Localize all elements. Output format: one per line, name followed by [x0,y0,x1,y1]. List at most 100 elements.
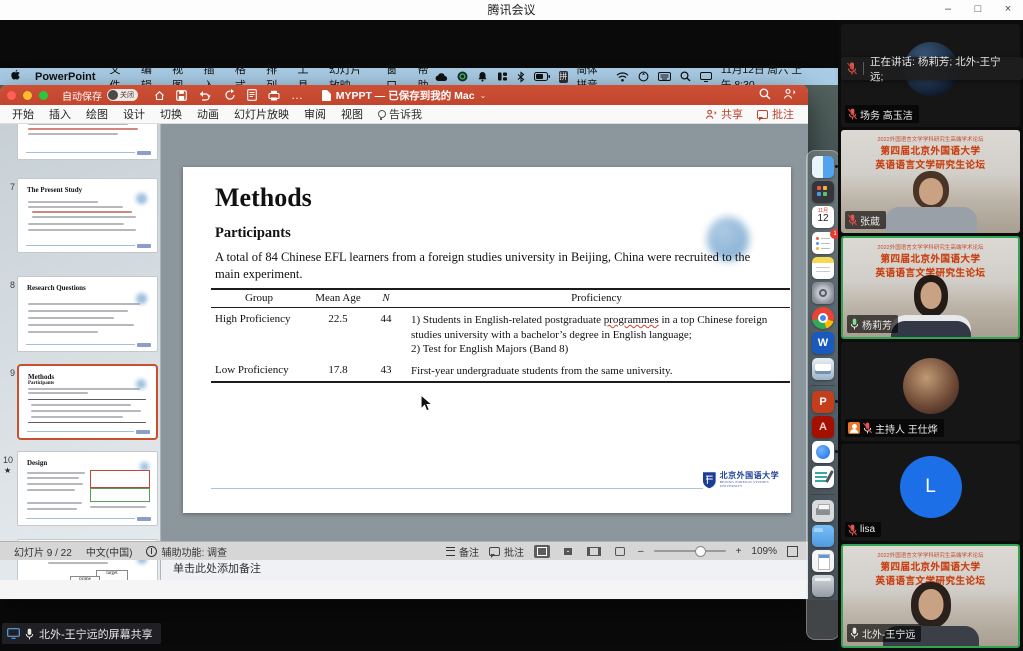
slide-sorter-view-button[interactable] [560,545,576,558]
dock-launchpad[interactable] [807,181,839,203]
display-icon[interactable] [700,72,712,82]
language-indicator[interactable]: 中文(中国) [86,544,133,559]
current-slide[interactable]: Methods Participants A total of 84 Chine… [183,167,791,513]
tell-me-button[interactable]: 告诉我 [378,106,422,122]
dock-files[interactable] [807,550,839,572]
participant-tile-speaking[interactable]: 2022外国语言文学学科研究生高端学术论坛第四届北京外国语大学英语语言文学研究生… [841,236,1020,339]
maximize-button[interactable]: □ [963,0,993,20]
comments-button[interactable]: 批注 [757,106,794,122]
zoom-slider-knob[interactable] [695,546,706,557]
wifi-icon[interactable] [616,72,629,82]
notification-bell-icon[interactable] [477,71,488,82]
dock-notes[interactable] [807,257,839,279]
participant-tile[interactable]: L lisa [841,444,1020,541]
dock-finder[interactable] [807,156,839,178]
titlebar-share-icon[interactable] [783,88,796,103]
participant-name: lisa [860,524,875,535]
tab-slideshow[interactable]: 幻灯片放映 [234,106,289,122]
thumbnail-slide-7[interactable]: The Present Study [17,178,158,253]
autosave-toggle[interactable]: 关闭 [107,89,138,101]
share-button[interactable]: 共享 [705,106,743,122]
dock-settings[interactable] [807,282,839,304]
save-icon[interactable] [176,90,187,101]
tab-home[interactable]: 开始 [12,106,34,122]
dock-printer[interactable] [807,500,839,522]
col-proficiency: Proficiency [403,290,790,307]
participant-tile[interactable]: 主持人 王仕烨 [841,342,1020,441]
search-icon[interactable] [680,71,691,82]
zoom-percentage[interactable]: 109% [751,546,777,557]
tab-transitions[interactable]: 切换 [160,106,182,122]
notes-toggle-button[interactable]: 备注 [446,544,479,559]
dock-preview[interactable] [807,358,839,380]
keyboard-icon[interactable] [658,72,671,81]
reading-view-button[interactable] [586,545,602,558]
calendar-icon: 11月12 [812,206,834,228]
whatsapp-icon[interactable] [457,71,468,82]
print-preview-icon[interactable] [247,89,257,101]
home-icon[interactable] [154,90,165,101]
normal-view-button[interactable] [534,545,550,558]
tab-design[interactable]: 设计 [123,106,145,122]
undo-icon[interactable] [198,90,213,101]
dock-word[interactable]: W [807,332,839,354]
dock-calendar[interactable]: 11月12 [807,206,839,228]
more-icon[interactable]: … [291,91,303,99]
notes-placeholder[interactable]: 单击此处添加备注 [173,560,808,576]
close-button[interactable]: × [993,0,1023,20]
fit-slide-button[interactable] [787,546,798,557]
thumbnail-slide-9-selected[interactable]: Methods Participants [17,364,158,440]
tab-insert[interactable]: 插入 [49,106,71,122]
slide-thumbnail-panel[interactable]: 7 The Present Study [0,124,161,580]
comments-toggle-button[interactable]: 批注 [489,544,524,559]
zoom-out-button[interactable]: – [638,546,644,557]
slide-subtitle: Participants [215,225,291,242]
ime-icon[interactable]: 拼 [559,71,568,83]
dock-reminders[interactable]: 1 [807,232,839,254]
mic-active-icon [850,318,859,330]
bluetooth-icon[interactable] [517,71,525,83]
university-logo: 北京外国语大学 BEIJING FOREIGN STUDIES UNIVERSI… [702,471,791,489]
slide-position[interactable]: 幻灯片 9 / 22 [14,544,72,559]
document-title[interactable]: MYPPT — 已保存到我的 Mac [336,88,475,103]
slideshow-view-button[interactable] [612,545,628,558]
dock-trash[interactable] [807,575,839,597]
thumbnail-slide-8[interactable]: Research Questions [17,276,158,352]
titlebar-search-icon[interactable] [759,88,771,103]
dock-chrome[interactable] [807,307,839,329]
slide-canvas[interactable]: Methods Participants A total of 84 Chine… [161,124,808,552]
powerpoint-icon: P [812,391,834,413]
ppt-titlebar: 自动保存 关闭 … MYPPT — 已保存到我的 Mac [0,85,808,105]
apple-icon[interactable] [10,69,21,84]
preview-icon [812,358,834,380]
menubar-app-name[interactable]: PowerPoint [35,71,96,83]
thumbnail-slide-10[interactable]: Design [17,451,158,526]
dock-folder[interactable] [807,525,839,547]
printer-icon[interactable] [268,90,280,101]
redo-icon[interactable] [224,89,236,101]
thumbnail-slide-6[interactable] [17,124,158,160]
tab-view[interactable]: 视图 [341,106,363,122]
minimize-button[interactable]: – [933,0,963,20]
accessibility-status[interactable]: 辅助功能: 调查 [146,544,227,559]
ppt-minimize-button[interactable] [23,91,32,100]
screen-share-icon [7,628,20,639]
doc-title-chevron-icon[interactable]: ⌄ [480,91,487,100]
ppt-close-button[interactable] [7,91,16,100]
window-tiles-icon[interactable] [497,71,508,82]
tab-review[interactable]: 审阅 [304,106,326,122]
battery-icon[interactable] [534,72,550,81]
dock-tencent-meeting[interactable] [807,441,839,463]
participant-tile-speaking[interactable]: 2022外国语言文学学科研究生高端学术论坛第四届北京外国语大学英语语言文学研究生… [841,544,1020,648]
tab-animations[interactable]: 动画 [197,106,219,122]
zoom-in-button[interactable]: + [736,546,742,557]
dock-powerpoint[interactable]: P [807,391,839,413]
tab-draw[interactable]: 绘图 [86,106,108,122]
ppt-zoom-button[interactable] [39,91,48,100]
dock-acrobat[interactable]: A [807,416,839,438]
participant-tile[interactable]: 2022外国语言文学学科研究生高端学术论坛第四届北京外国语大学英语语言文学研究生… [841,130,1020,233]
cloud-icon[interactable] [435,72,448,82]
dock-notes-pen[interactable] [807,466,839,488]
zoom-slider[interactable] [654,550,726,552]
sync-icon[interactable] [638,71,649,82]
